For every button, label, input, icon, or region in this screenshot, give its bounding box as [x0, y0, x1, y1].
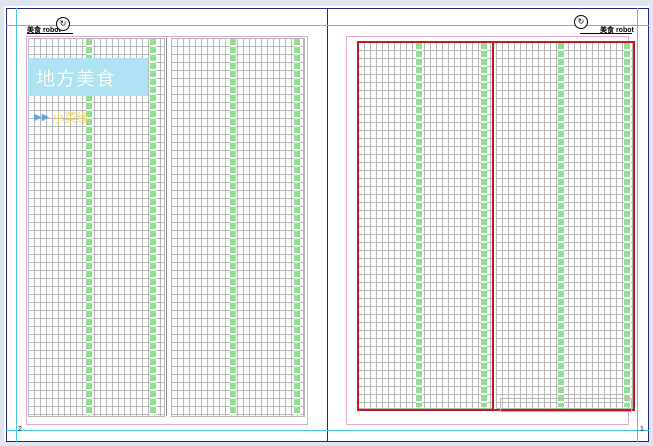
window-frame-top: [0, 0, 653, 6]
circular-logo-icon: ↻: [56, 17, 70, 31]
green-marker-column: [294, 39, 300, 415]
double-arrow-icon: ▶▶: [34, 112, 50, 123]
page-number-left: 2: [18, 426, 22, 433]
right-page[interactable]: ↻ 美食 robot 1: [328, 8, 648, 442]
section-title: 地方美食: [36, 68, 117, 90]
header-rule-right: [580, 33, 632, 34]
spread-edge-right: [648, 8, 649, 442]
header-rule-left: [27, 33, 73, 34]
section-title-banner[interactable]: 地方美食: [28, 58, 148, 96]
page-number-right: 1: [640, 426, 644, 433]
selected-frame-outline[interactable]: [357, 41, 635, 411]
text-frame-grid-col2[interactable]: [171, 38, 305, 417]
column-gutter: [166, 38, 167, 416]
window-frame-left: [0, 0, 4, 446]
green-marker-column: [230, 39, 236, 415]
circular-logo-icon: ↻: [574, 15, 588, 29]
empty-text-frame[interactable]: [500, 398, 632, 412]
selected-frame-divider: [492, 41, 494, 411]
subtitle-text: 小菜缘: [52, 111, 89, 125]
window-frame-right: [649, 0, 653, 446]
green-marker-column: [150, 39, 156, 415]
section-subtitle[interactable]: ▶▶ 小菜缘: [34, 109, 88, 126]
document-spread: 美食 robot ↻ 地方美食 ▶▶ 小菜缘 2 ↻ 美食 robot 1: [6, 8, 649, 442]
left-page[interactable]: 美食 robot ↻ 地方美食 ▶▶ 小菜缘 2: [6, 8, 327, 442]
